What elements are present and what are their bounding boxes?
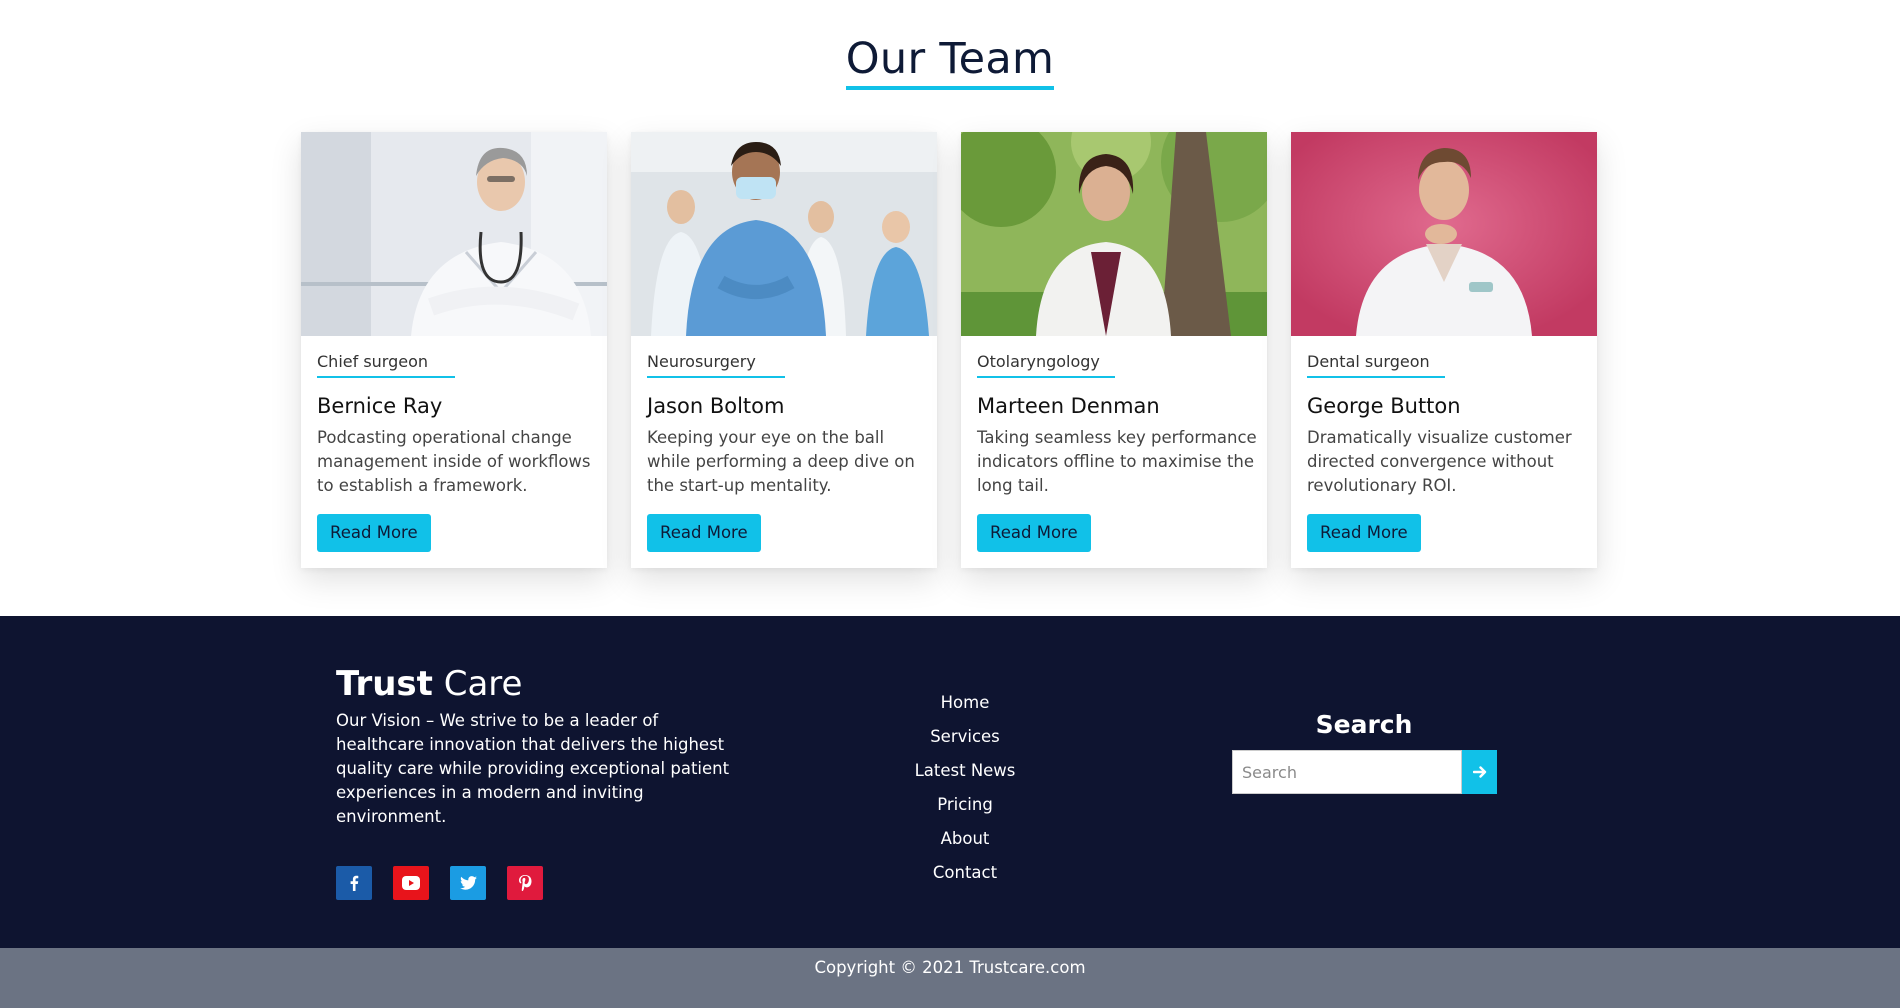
footer-nav-services[interactable]: Services [890,720,1040,754]
search-input[interactable] [1232,750,1462,794]
team-card: Chief surgeon Bernice Ray Podcasting ope… [301,132,607,568]
member-description: Podcasting operational change management… [317,428,591,495]
arrow-right-icon [1472,766,1486,778]
footer-nav-home[interactable]: Home [890,686,1040,720]
member-photo [1291,132,1597,336]
member-photo [631,132,937,336]
read-more-button[interactable]: Read More [1307,514,1421,552]
member-name: Marteen Denman [977,394,1160,418]
copyright-bar: Copyright © 2021 Trustcare.com [0,948,1900,1008]
member-photo [301,132,607,336]
team-card: Otolaryngology Marteen Denman Taking sea… [961,132,1267,568]
footer-brand: Trust Care [336,664,522,704]
member-photo [961,132,1267,336]
member-description: Dramatically visualize customer directed… [1307,428,1572,495]
member-name: George Button [1307,394,1461,418]
read-more-button[interactable]: Read More [317,514,431,552]
member-name: Jason Boltom [647,394,785,418]
footer-nav-about[interactable]: About [890,822,1040,856]
member-role: Chief surgeon [317,352,455,378]
footer-nav-pricing[interactable]: Pricing [890,788,1040,822]
read-more-button[interactable]: Read More [977,514,1091,552]
facebook-icon[interactable] [336,866,372,900]
twitter-icon[interactable] [450,866,486,900]
copyright-text: Copyright © 2021 Trustcare.com [814,958,1086,977]
brand-bold: Trust [336,664,433,704]
pinterest-icon[interactable] [507,866,543,900]
member-name: Bernice Ray [317,394,443,418]
team-card: Neurosurgery Jason Boltom Keeping your e… [631,132,937,568]
search-submit-button[interactable] [1462,750,1497,794]
brand-light: Care [443,664,523,704]
youtube-icon[interactable] [393,866,429,900]
member-description: Keeping your eye on the ball while perfo… [647,428,915,495]
site-footer: Trust Care Our Vision – We strive to be … [0,616,1900,948]
team-cards: Chief surgeon Bernice Ray Podcasting ope… [301,132,1598,568]
member-role: Neurosurgery [647,352,785,378]
footer-nav: Home Services Latest News Pricing About … [890,686,1040,890]
team-card: Dental surgeon George Button Dramaticall… [1291,132,1597,568]
footer-nav-latest-news[interactable]: Latest News [890,754,1040,788]
team-section: Our Team Chief surgeon Bernice Ray Podca… [0,0,1900,616]
member-role: Otolaryngology [977,352,1115,378]
doctor-photo-image [961,132,1267,336]
vision-text: Our Vision – We strive to be a leader of… [336,711,730,826]
doctor-photo-image [301,132,607,336]
search-heading: Search [1315,710,1413,739]
member-description: Taking seamless key performance indicato… [977,428,1257,495]
team-heading: Our Team [0,34,1900,90]
member-role: Dental surgeon [1307,352,1445,378]
footer-nav-contact[interactable]: Contact [890,856,1040,890]
read-more-button[interactable]: Read More [647,514,761,552]
doctor-photo-image [631,132,937,336]
doctor-photo-image [1291,132,1597,336]
